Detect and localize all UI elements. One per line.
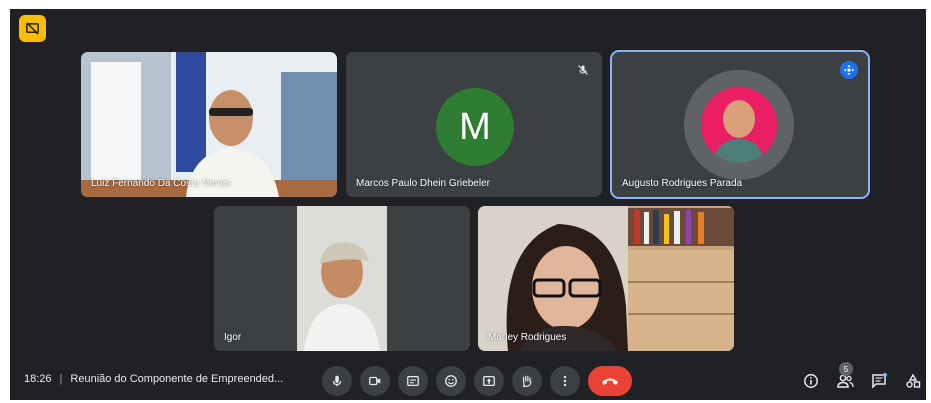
avatar	[701, 87, 777, 163]
video-feed-luiz	[81, 52, 337, 197]
activities-button[interactable]	[902, 370, 924, 392]
camera-button[interactable]	[360, 366, 390, 396]
control-bar: 18:26 | Reunião do Componente de Empreen…	[10, 361, 926, 400]
presentation-off-icon[interactable]	[19, 15, 46, 42]
participant-tile-igor[interactable]: Igor	[214, 206, 470, 351]
chat-button[interactable]	[868, 370, 890, 392]
participant-tile-augusto[interactable]: Augusto Rodrigues Parada	[612, 52, 868, 197]
activities-icon	[906, 373, 921, 388]
raise-hand-button[interactable]	[512, 366, 542, 396]
participant-count-badge: 5	[839, 362, 853, 376]
raise-hand-icon	[522, 375, 532, 387]
people-button[interactable]: 5	[834, 362, 856, 392]
emoji-icon	[445, 375, 457, 387]
present-button[interactable]	[474, 366, 504, 396]
end-call-icon	[602, 378, 618, 385]
captions-icon	[407, 375, 419, 387]
mic-button[interactable]	[322, 366, 352, 396]
captions-button[interactable]	[398, 366, 428, 396]
video-feed-marley	[478, 206, 734, 351]
end-call-button[interactable]	[588, 366, 632, 396]
separator: |	[59, 373, 63, 385]
video-feed-igor	[214, 206, 470, 351]
mic-icon	[332, 375, 342, 387]
chat-icon	[872, 373, 887, 389]
participant-name: Luiz Fernando Da Costa Neves	[91, 178, 231, 189]
clock: 18:26	[24, 373, 52, 385]
more-options-button[interactable]	[550, 366, 580, 396]
reactions-button[interactable]	[436, 366, 466, 396]
meeting-info: 18:26 | Reunião do Componente de Empreen…	[24, 373, 283, 385]
participant-tile-marcos[interactable]: M Marcos Paulo Dhein Griebeler	[346, 52, 602, 197]
participant-tile-marley[interactable]: Marley Rodrigues	[478, 206, 734, 351]
avatar: M	[436, 88, 514, 166]
more-options-icon	[563, 375, 567, 387]
present-icon	[483, 375, 495, 387]
meeting-window: Luiz Fernando Da Costa Neves M Marcos Pa…	[10, 9, 926, 400]
participant-tile-luiz[interactable]: Luiz Fernando Da Costa Neves	[81, 52, 337, 197]
participant-name: Marcos Paulo Dhein Griebeler	[356, 178, 490, 189]
camera-icon	[369, 376, 381, 386]
pin-icon[interactable]	[840, 61, 858, 79]
participant-name: Igor	[224, 332, 242, 343]
participant-name: Marley Rodrigues	[488, 332, 567, 343]
participant-name: Augusto Rodrigues Parada	[622, 178, 743, 189]
meeting-title: Reunião do Componente de Empreended...	[70, 373, 284, 385]
info-icon	[804, 374, 818, 388]
mic-off-icon	[574, 61, 592, 79]
info-button[interactable]	[800, 370, 822, 392]
